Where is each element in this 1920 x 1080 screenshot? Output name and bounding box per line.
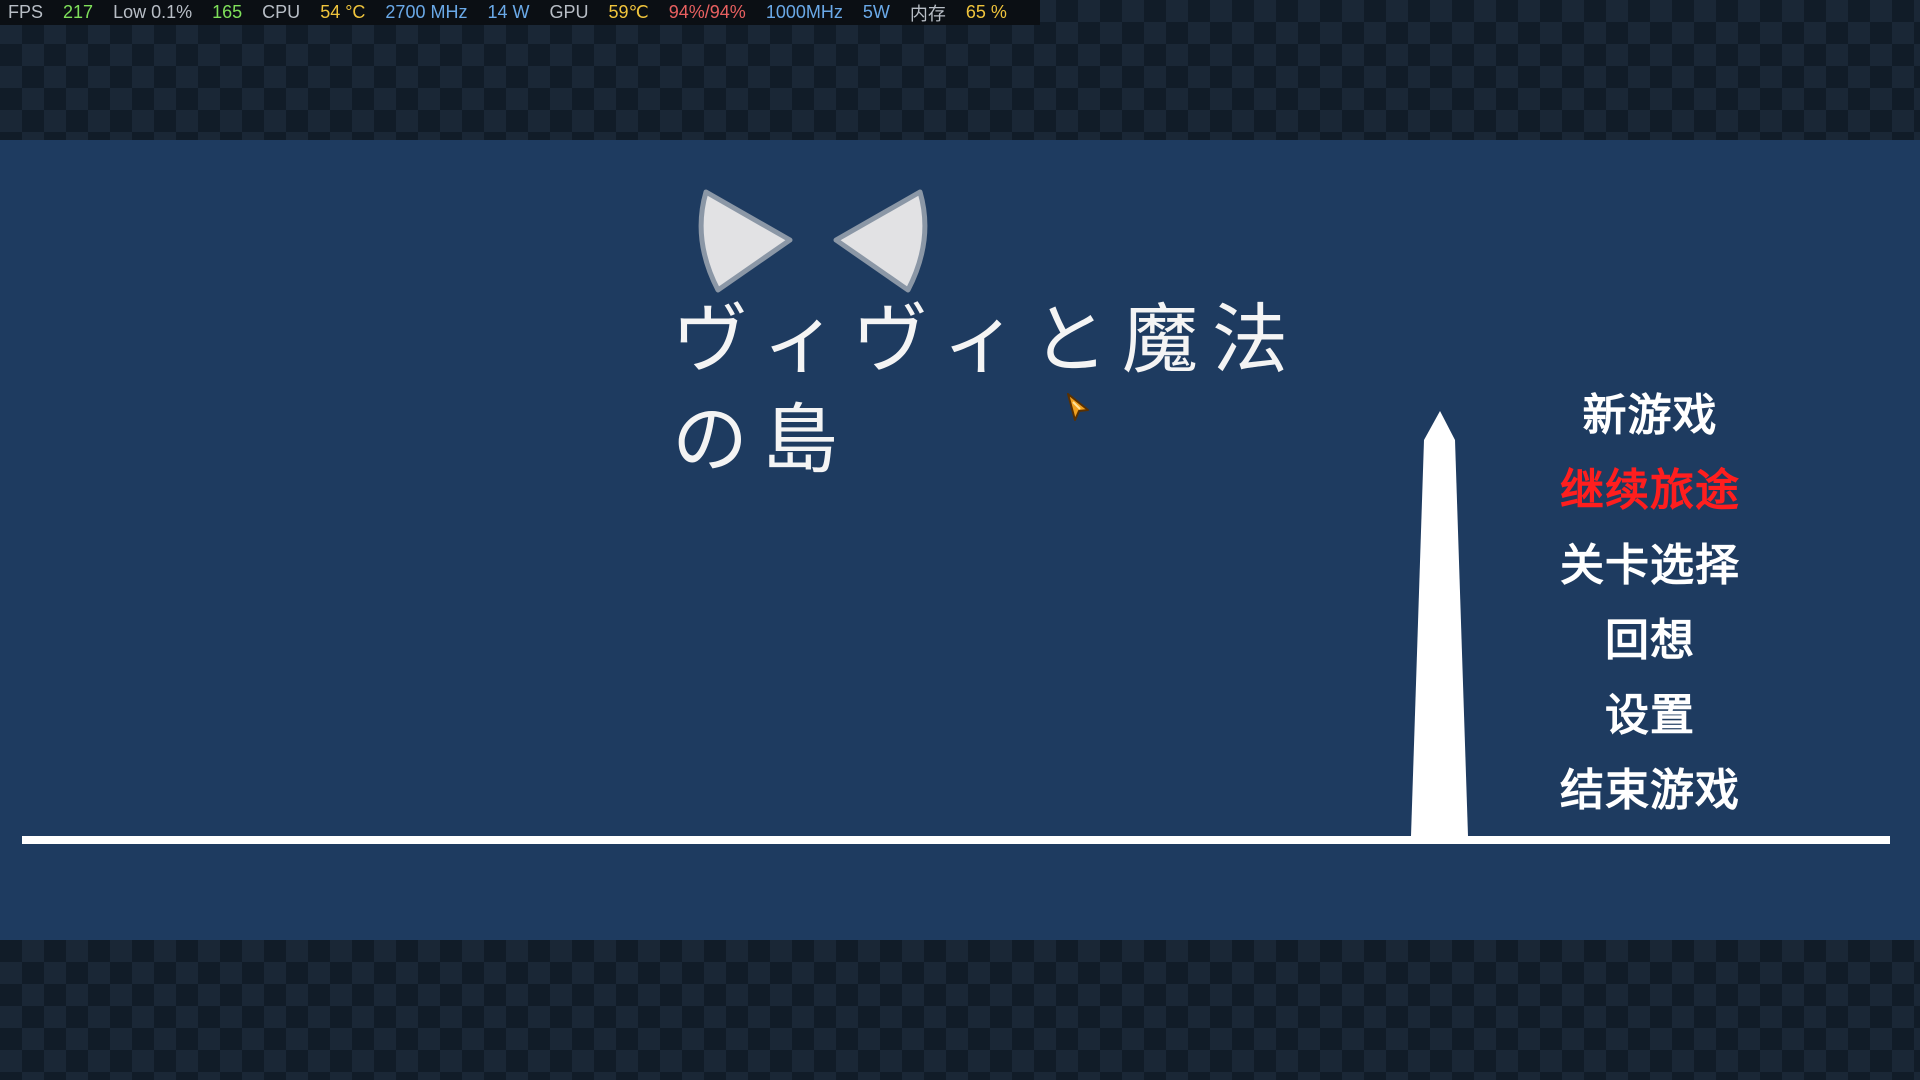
menu-recollection[interactable]: 回想 xyxy=(1500,603,1800,678)
low-value: 165 xyxy=(212,2,243,22)
menu-continue-journey[interactable]: 继续旅途 xyxy=(1500,453,1800,528)
gpu-usage: 94%/94% xyxy=(668,2,746,22)
main-menu: 新游戏 继续旅途 关卡选择 回想 设置 结束游戏 xyxy=(1500,378,1800,828)
menu-new-game[interactable]: 新游戏 xyxy=(1500,378,1800,453)
cpu-temp: 54 °C xyxy=(320,2,366,22)
fps-value: 217 xyxy=(63,2,94,22)
gpu-temp: 59℃ xyxy=(608,2,649,22)
memory-label: 内存 xyxy=(909,3,946,24)
cpu-power: 14 W xyxy=(487,2,530,22)
horizon-line xyxy=(22,836,1890,844)
title-screen: FPS 217 Low 0.1% 165 CPU 54 °C 2700 MHz … xyxy=(0,0,1920,1080)
game-title: ヴィヴィと魔法の島 xyxy=(672,295,1302,484)
menu-settings[interactable]: 设置 xyxy=(1500,678,1800,753)
game-logo: ヴィヴィと魔法の島 xyxy=(660,180,1360,484)
menu-level-select[interactable]: 关卡选择 xyxy=(1500,528,1800,603)
low-label: Low 0.1% xyxy=(113,2,193,22)
gpu-clock: 1000MHz xyxy=(765,2,843,22)
memory-value: 65 % xyxy=(965,2,1007,22)
fps-label: FPS xyxy=(8,2,44,22)
performance-overlay: FPS 217 Low 0.1% 165 CPU 54 °C 2700 MHz … xyxy=(0,0,1040,25)
spire-shape xyxy=(1411,411,1468,836)
gpu-label: GPU xyxy=(549,2,589,22)
bottom-pattern-band xyxy=(0,940,1920,1080)
mouse-cursor-icon xyxy=(1067,393,1089,421)
gpu-power: 5W xyxy=(862,2,890,22)
cpu-clock: 2700 MHz xyxy=(385,2,468,22)
cpu-label: CPU xyxy=(262,2,301,22)
cat-ears-icon xyxy=(698,189,928,293)
menu-quit-game[interactable]: 结束游戏 xyxy=(1500,753,1800,828)
